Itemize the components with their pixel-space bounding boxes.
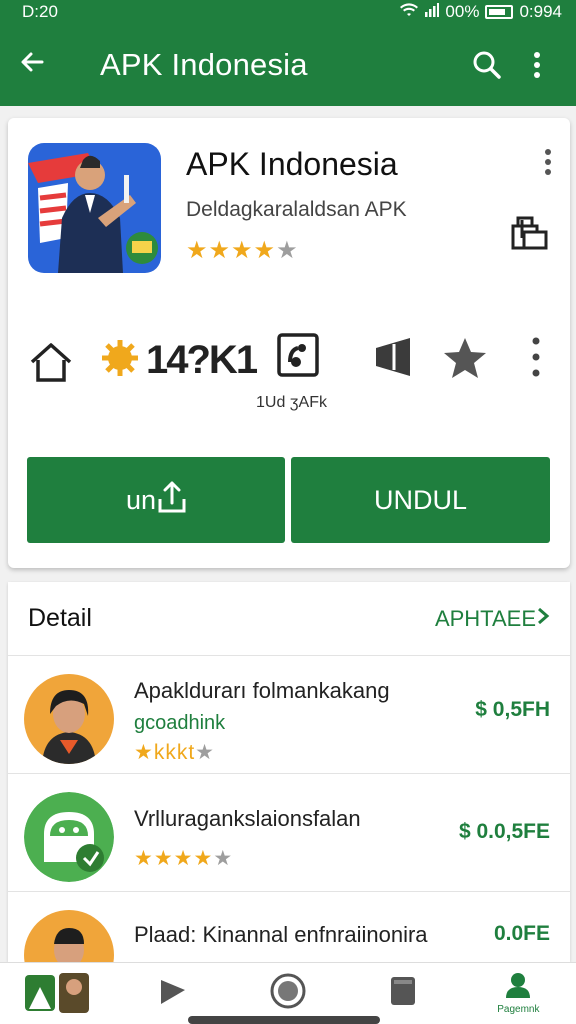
metric-value: 14?K1	[146, 338, 258, 382]
upload-icon	[158, 479, 186, 522]
nav-center[interactable]	[238, 972, 338, 1015]
status-clock-right: 0:994	[519, 2, 562, 21]
item-price: $ 0,5FH	[475, 698, 550, 721]
action-overflow-menu-icon[interactable]	[532, 336, 540, 383]
search-icon[interactable]	[462, 50, 512, 80]
signal-icon	[425, 2, 440, 22]
item-rating: ★kkkt★	[134, 741, 215, 764]
top-app-bar: D:20 00% 0:994 APK Indonesia	[0, 0, 576, 106]
item-title: Plaad: Kinannal enfnraiinonira	[134, 922, 428, 947]
avatar	[24, 674, 114, 764]
card-overflow-menu-icon[interactable]	[544, 148, 552, 181]
badge-icon	[100, 338, 140, 383]
star-empty-icon: ★	[213, 847, 234, 870]
nav-home[interactable]	[8, 969, 108, 1018]
see-more-link[interactable]: APHTAEE	[435, 606, 550, 632]
item-rating: ★★★★★	[134, 846, 233, 871]
overflow-menu-icon[interactable]	[512, 51, 562, 79]
wifi-icon	[399, 2, 419, 23]
app-developer[interactable]: Deldagkaralaldsan APK	[186, 198, 407, 222]
item-price: 0.0FE	[493, 922, 550, 945]
list-item[interactable]: Vrlluragankslaionsfalan ★★★★★ $ 0.0,5FE	[8, 774, 570, 892]
nav-account-label: Pagemnk	[497, 1004, 540, 1015]
avatar	[24, 910, 114, 962]
status-bar: D:20 00% 0:994	[0, 0, 576, 24]
book-icon	[389, 975, 417, 1012]
bottom-navigation: Pagemnk	[0, 962, 576, 1024]
home-indicator[interactable]	[188, 1016, 380, 1024]
status-time: D:20	[22, 2, 58, 21]
flag-icon[interactable]	[372, 336, 414, 383]
detail-list: Detail APHTAEE Apakldurarı folmankakang …	[8, 582, 570, 962]
home-thumbnail-icon	[24, 969, 91, 1018]
chevron-right-icon	[536, 606, 550, 631]
unduh-button[interactable]: UNDUL	[291, 457, 550, 543]
home-icon[interactable]	[28, 340, 74, 386]
item-subtitle: gcoadhink	[134, 712, 226, 734]
size-label: 1Ud ʒAFk	[256, 394, 327, 411]
item-title: Vrlluragankslaionsfalan	[134, 806, 361, 831]
download-metric: 14?K1	[100, 338, 258, 383]
battery-percent: 00%	[445, 2, 480, 21]
android-app-icon	[24, 792, 114, 882]
star-icon: ★★★★	[134, 847, 214, 870]
app-rating-stars: ★★★★★	[186, 236, 299, 265]
nav-flag[interactable]	[123, 976, 223, 1011]
save-bookmark-icon[interactable]	[510, 212, 550, 257]
app-info-card: APK Indonesia Deldagkaralaldsan APK ★★★★…	[8, 118, 570, 568]
favorite-star-icon[interactable]	[442, 336, 488, 385]
install-button[interactable]: un	[27, 457, 285, 543]
circle-icon	[269, 972, 307, 1015]
item-price: $ 0.0,5FE	[458, 820, 550, 843]
item-title: Apakldurarı folmankakang	[134, 678, 390, 703]
star-icon: ★★★★	[186, 237, 277, 264]
nav-account[interactable]: Pagemnk	[468, 972, 568, 1015]
star-icon: ★	[134, 741, 154, 764]
app-name: APK Indonesia	[186, 146, 398, 182]
battery-icon	[485, 5, 514, 19]
app-icon[interactable]	[28, 143, 161, 273]
star-empty-icon: ★	[276, 237, 299, 264]
nav-library[interactable]	[353, 975, 453, 1012]
detail-header: Detail APHTAEE	[8, 582, 570, 656]
app-bar: APK Indonesia	[0, 24, 576, 106]
page-title: APK Indonesia	[100, 47, 308, 82]
detail-heading: Detail	[28, 604, 92, 632]
star-empty-icon: ★	[195, 741, 215, 764]
back-arrow-icon[interactable]	[18, 46, 78, 85]
person-icon	[504, 972, 532, 1003]
list-item[interactable]: Plaad: Kinannal enfnraiinonira 0.0FE	[8, 892, 570, 962]
size-icon[interactable]	[276, 332, 320, 383]
list-item[interactable]: Apakldurarı folmankakang gcoadhink ★kkkt…	[8, 656, 570, 774]
flag-icon	[158, 976, 188, 1011]
